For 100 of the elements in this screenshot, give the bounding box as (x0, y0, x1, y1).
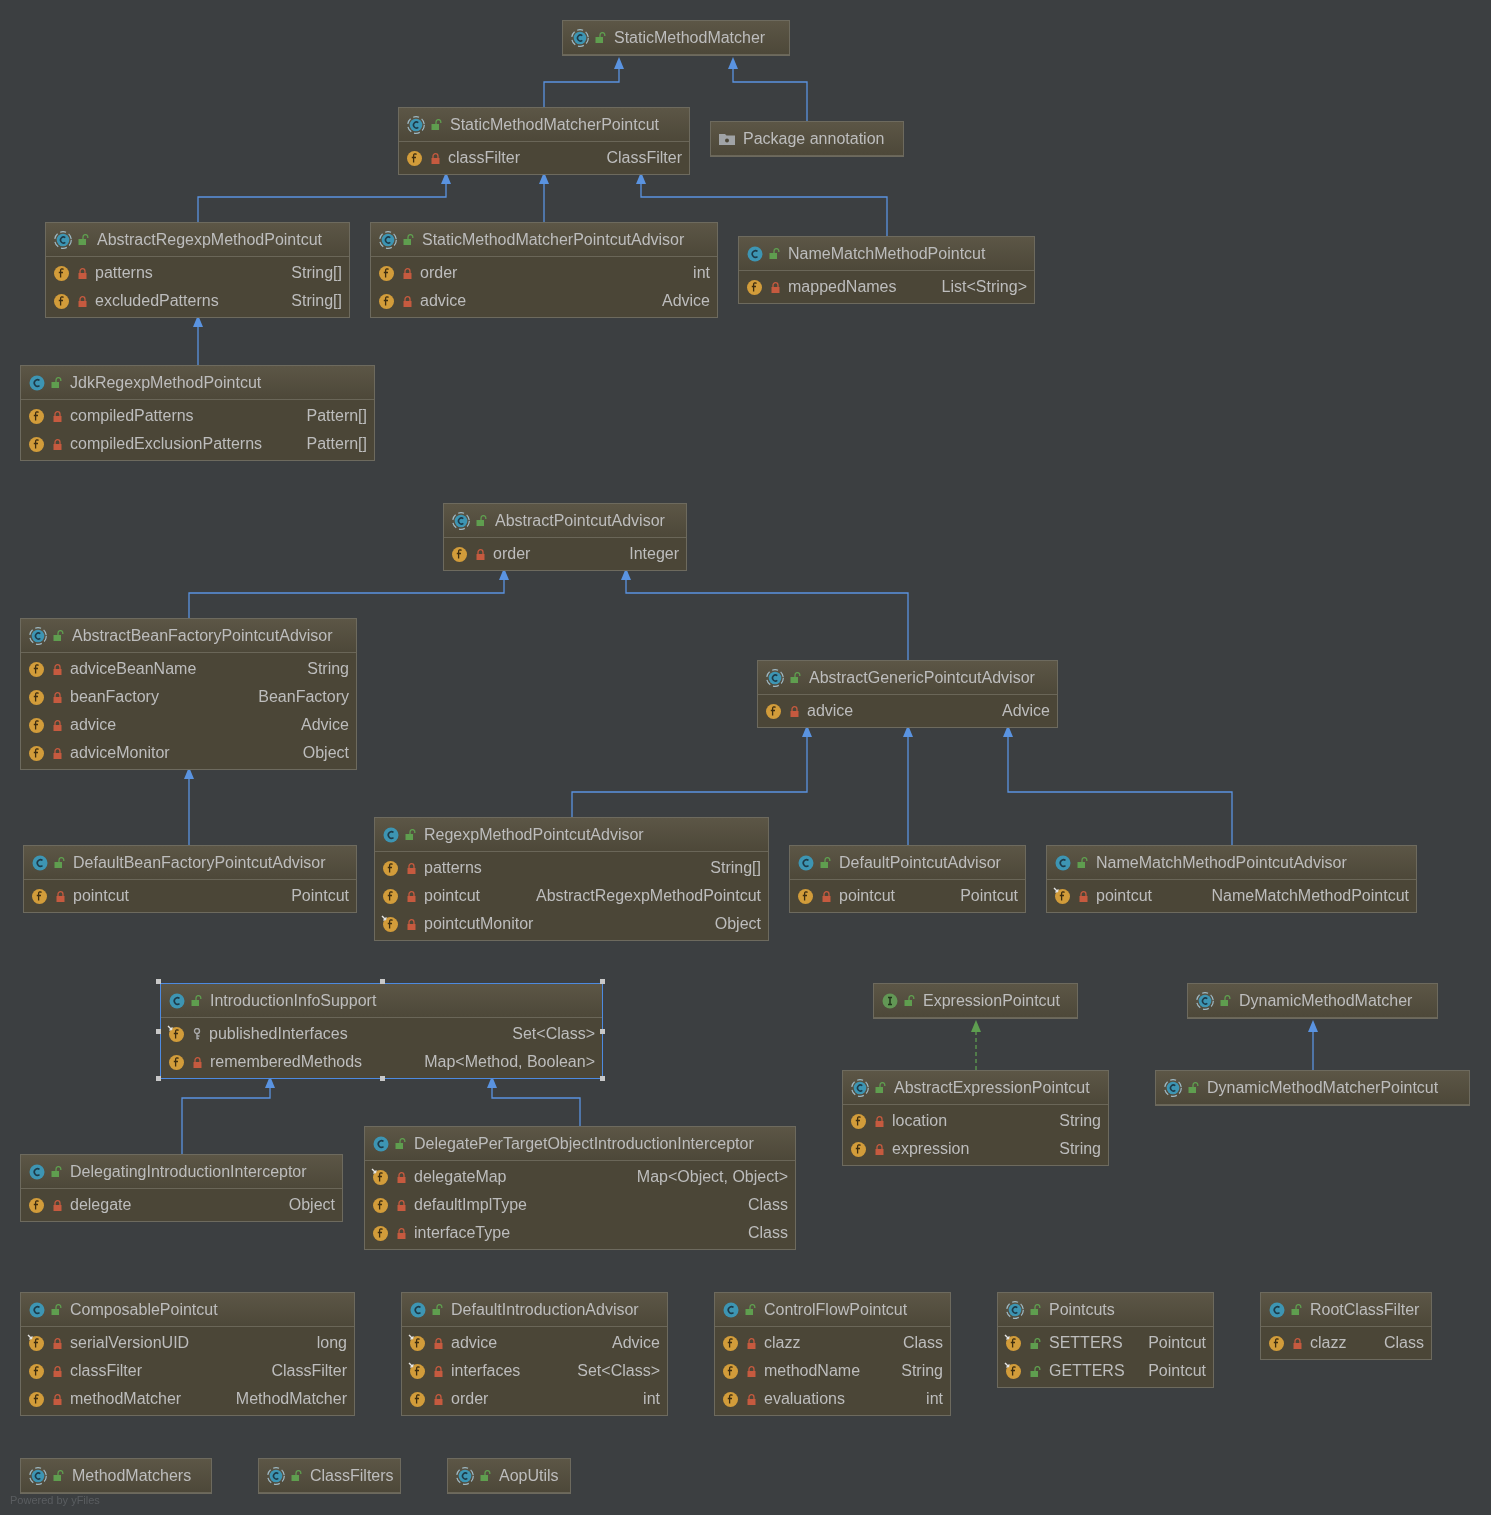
class-name: AopUtils (499, 1465, 559, 1486)
class-name: Package annotation (743, 128, 885, 149)
resize-handle[interactable] (156, 1076, 161, 1081)
field-type: Object (713, 914, 761, 934)
field-type: Object (287, 1195, 335, 1215)
field-type: Class (747, 1223, 788, 1243)
field-type: Pointcut (290, 886, 349, 906)
class-node[interactable]: NameMatchMethodPointcutAdvisor pointcut NameMatchMethodPointcut (1046, 845, 1417, 913)
class-node[interactable]: DefaultPointcutAdvisor pointcut Pointcut (789, 845, 1026, 913)
field-type: Set<Class> (576, 1361, 660, 1381)
field-name: patterns (424, 858, 482, 878)
resize-handle[interactable] (379, 979, 385, 984)
class-node[interactable]: DelegatingIntroductionInterceptor delegate Object (20, 1154, 343, 1222)
field-name: location (892, 1111, 948, 1131)
field-type: Pattern[] (305, 434, 367, 454)
inheritance-arrow (193, 315, 203, 366)
class-name: ControlFlowPointcut (764, 1299, 908, 1320)
field-name: clazz (764, 1333, 801, 1353)
field-type: AbstractRegexpMethodPointcut (535, 886, 761, 906)
class-node[interactable]: AopUtils (447, 1458, 571, 1494)
field-name: classFilter (448, 148, 520, 168)
field-type: int (642, 1389, 660, 1409)
inheritance-arrow (539, 172, 549, 223)
resize-handle[interactable] (600, 1029, 605, 1034)
realization-arrow (971, 1020, 981, 1071)
class-node[interactable]: AbstractBeanFactoryPointcutAdvisor adviceBeanName String beanFactory BeanFactory advice Advice adviceMonitor Object (20, 618, 357, 770)
field-type: Pointcut (1147, 1333, 1206, 1353)
class-name: DelegatePerTargetObjectIntroductionInterceptor (414, 1133, 754, 1154)
class-name: AbstractGenericPointcutAdvisor (809, 667, 1035, 688)
field-name: adviceMonitor (70, 743, 170, 763)
class-name: DefaultIntroductionAdvisor (451, 1299, 639, 1320)
field-name: advice (807, 701, 854, 721)
class-name: DefaultBeanFactoryPointcutAdvisor (73, 852, 326, 873)
resize-handle[interactable] (156, 1029, 161, 1034)
class-node[interactable]: ClassFilters (258, 1458, 401, 1494)
field-type: Set<Class> (511, 1024, 595, 1044)
class-node[interactable]: StaticMethodMatcherPointcut classFilter ClassFilter (398, 107, 690, 175)
class-node[interactable]: NameMatchMethodPointcut mappedNames List<String> (738, 236, 1035, 304)
class-name: ComposablePointcut (70, 1299, 218, 1320)
class-name: StaticMethodMatcherPointcut (450, 114, 659, 135)
class-node[interactable]: ComposablePointcut serialVersionUID long classFilter ClassFilter methodMatcher MethodMatcher (20, 1292, 355, 1416)
resize-handle[interactable] (379, 1076, 385, 1081)
class-node[interactable]: AbstractExpressionPointcut location String expression String (842, 1070, 1109, 1166)
class-name: ExpressionPointcut (923, 990, 1060, 1011)
field-name: pointcut (839, 886, 896, 906)
field-type: long (315, 1333, 347, 1353)
field-name: classFilter (70, 1361, 142, 1381)
class-node[interactable]: DynamicMethodMatcherPointcut (1155, 1070, 1470, 1106)
field-type: List<String> (940, 277, 1027, 297)
field-name: evaluations (764, 1389, 845, 1409)
class-node[interactable]: JdkRegexpMethodPointcut compiledPatterns Pattern[] compiledExclusionPatterns Pattern[] (20, 365, 375, 461)
class-name: DefaultPointcutAdvisor (839, 852, 1001, 873)
resize-handle[interactable] (156, 979, 161, 984)
class-name: MethodMatchers (72, 1465, 192, 1486)
field-name: GETTERS (1049, 1361, 1125, 1381)
class-name: NameMatchMethodPointcutAdvisor (1096, 852, 1347, 873)
class-node[interactable]: AbstractPointcutAdvisor order Integer (443, 503, 687, 571)
class-node[interactable]: RootClassFilter clazz Class (1260, 1292, 1432, 1360)
class-node[interactable]: StaticMethodMatcherPointcutAdvisor order int advice Advice (370, 222, 718, 318)
class-name: IntroductionInfoSupport (210, 990, 377, 1011)
class-node[interactable]: Package annotation (710, 121, 904, 157)
field-name: pointcut (73, 886, 130, 906)
field-type: Advice (660, 291, 710, 311)
class-node[interactable]: DelegatePerTargetObjectIntroductionInterceptor delegateMap Map<Object, Object> defaultImplType Class interfaceType Class (364, 1126, 796, 1250)
resize-handle[interactable] (600, 1076, 605, 1081)
field-name: mappedNames (788, 277, 897, 297)
field-type: Advice (299, 715, 349, 735)
class-node[interactable]: MethodMatchers (20, 1458, 212, 1494)
field-name: methodName (764, 1361, 861, 1381)
class-name: ClassFilters (310, 1465, 394, 1486)
field-name: beanFactory (70, 687, 159, 707)
class-node[interactable]: DynamicMethodMatcher (1187, 983, 1438, 1019)
field-type: NameMatchMethodPointcut (1210, 886, 1409, 906)
class-node[interactable]: DefaultIntroductionAdvisor advice Advice interfaces Set<Class> order int (401, 1292, 668, 1416)
class-name: AbstractRegexpMethodPointcut (97, 229, 322, 250)
class-node[interactable]: RegexpMethodPointcutAdvisor patterns String[] pointcut AbstractRegexpMethodPointcut pointcutMonitor Object (374, 817, 769, 941)
field-name: expression (892, 1139, 970, 1159)
field-type: BeanFactory (257, 687, 349, 707)
class-node[interactable]: AbstractRegexpMethodPointcut patterns String[] excludedPatterns String[] (45, 222, 350, 318)
class-node[interactable]: DefaultBeanFactoryPointcutAdvisor pointcut Pointcut (23, 845, 357, 913)
class-name: DynamicMethodMatcherPointcut (1207, 1077, 1439, 1098)
class-node[interactable]: Pointcuts SETTERS Pointcut GETTERS Pointcut (997, 1292, 1214, 1388)
class-node[interactable]: ControlFlowPointcut clazz Class methodName String evaluations int (714, 1292, 951, 1416)
class-node[interactable]: AbstractGenericPointcutAdvisor advice Advice (757, 660, 1058, 728)
field-type: Advice (610, 1333, 660, 1353)
field-name: patterns (95, 263, 153, 283)
field-name: pointcut (424, 886, 481, 906)
field-name: advice (70, 715, 117, 735)
field-name: order (493, 544, 531, 564)
field-name: order (451, 1389, 489, 1409)
field-name: compiledExclusionPatterns (70, 434, 263, 454)
class-node[interactable]: ExpressionPointcut (873, 983, 1078, 1019)
resize-handle[interactable] (600, 979, 605, 984)
field-name: defaultImplType (414, 1195, 527, 1215)
class-node[interactable]: StaticMethodMatcher (562, 20, 790, 56)
field-type: String[] (290, 291, 342, 311)
field-name: clazz (1310, 1333, 1347, 1353)
field-type: Pointcut (1147, 1361, 1206, 1381)
field-type: Pointcut (959, 886, 1018, 906)
field-type: int (692, 263, 710, 283)
